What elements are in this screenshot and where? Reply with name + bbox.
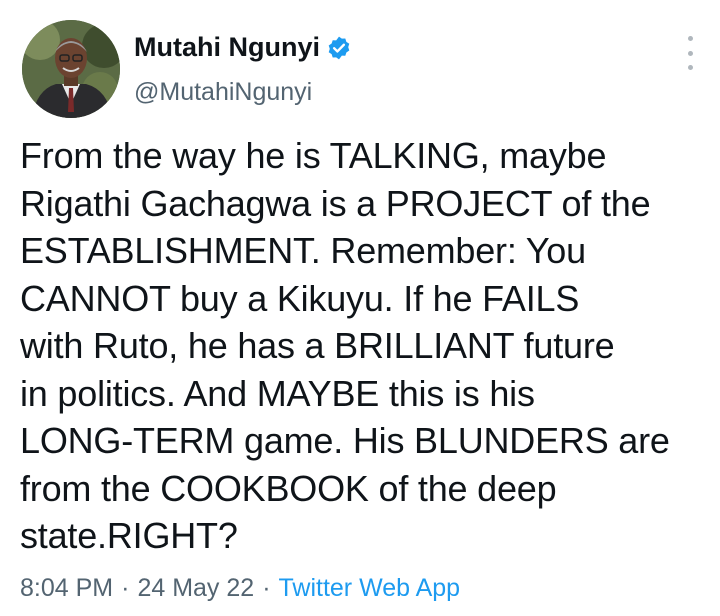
separator: · — [262, 574, 271, 602]
tweet-date[interactable]: 24 May 22 — [137, 574, 254, 602]
tweet-line: in politics. And MAYBE this is his — [20, 372, 535, 414]
tweet-line: state.RIGHT? — [20, 515, 238, 556]
dot — [687, 65, 693, 70]
tweet-source-link[interactable]: Twitter Web App — [279, 574, 461, 602]
avatar[interactable] — [22, 20, 120, 118]
separator: · — [121, 574, 130, 602]
tweet-text: From the way he is TALKING, maybe Rigath… — [20, 132, 710, 560]
tweet-line: from the COOKBOOK of the deep — [20, 467, 557, 509]
tweet-card: Mutahi Ngunyi @MutahiNgunyi From the way… — [0, 0, 720, 616]
verified-badge-icon — [326, 35, 352, 61]
author-name-text[interactable]: Mutahi Ngunyi — [134, 32, 320, 63]
tweet-metadata: 8:04 PM · 24 May 22 · Twitter Web App — [20, 574, 460, 603]
tweet-line: with Ruto, he has a BRILLIANT future — [20, 325, 615, 366]
tweet-line: From the way he is TALKING, maybe — [20, 135, 607, 176]
dot — [687, 36, 693, 41]
more-options-icon[interactable] — [678, 36, 702, 70]
tweet-time[interactable]: 8:04 PM — [20, 574, 113, 602]
tweet-line: Rigathi Gachagwa is a PROJECT of the — [20, 182, 651, 224]
tweet-line: ESTABLISHMENT. Remember: You — [20, 230, 586, 271]
tweet-line: CANNOT buy a Kikuyu. If he FAILS — [20, 277, 580, 319]
dot — [687, 50, 693, 56]
author-handle[interactable]: @MutahiNgunyi — [134, 78, 312, 107]
avatar-photo — [22, 20, 120, 118]
author-name[interactable]: Mutahi Ngunyi — [134, 32, 352, 63]
tweet-line: LONG-TERM game. His BLUNDERS are — [20, 420, 670, 461]
